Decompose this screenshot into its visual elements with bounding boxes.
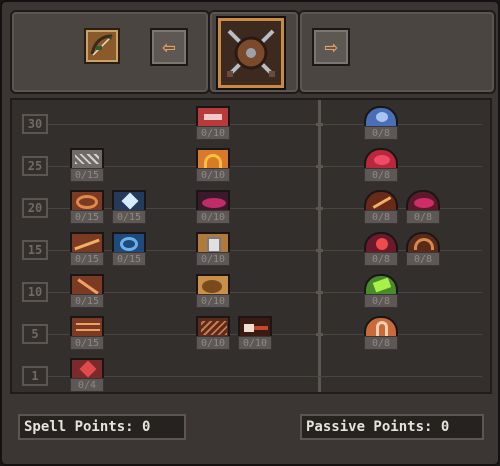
divider-tick xyxy=(316,123,323,126)
skill-spell-5-b[interactable]: 0/10 xyxy=(196,316,230,350)
divider-tick xyxy=(316,249,323,252)
skill-passive-15-b[interactable]: 0/8 xyxy=(406,232,440,266)
row-label-level: 15 xyxy=(22,240,48,260)
gate-icon xyxy=(196,232,230,254)
row-label-level: 20 xyxy=(22,198,48,218)
skill-spell-20-a[interactable]: 0/15 xyxy=(70,190,104,224)
skill-spell-15-c[interactable]: 0/10 xyxy=(196,232,230,266)
fire-arc-icon xyxy=(196,148,230,170)
skill-spell-10-a[interactable]: 0/15 xyxy=(70,274,104,308)
blue-swirl-icon xyxy=(112,232,146,254)
skill-passive-15-a[interactable]: 0/8 xyxy=(364,232,398,266)
skill-spell-15-a[interactable]: 0/15 xyxy=(70,232,104,266)
shield-swords-icon xyxy=(227,29,275,77)
skill-passive-10[interactable]: 0/8 xyxy=(364,274,398,308)
arrow-right-icon: ⇨ xyxy=(324,34,338,60)
blue-orb-icon xyxy=(364,106,398,128)
arrow-left-icon: ⇦ xyxy=(162,34,176,60)
current-class-emblem xyxy=(216,16,286,90)
passive-points-display: Passive Points: 0 xyxy=(300,414,484,440)
tab-bow[interactable] xyxy=(84,28,120,64)
skill-passive-20-b[interactable]: 0/8 xyxy=(406,190,440,224)
skill-spell-5-c[interactable]: 0/10 xyxy=(238,316,272,350)
skill-spell-20-c[interactable]: 0/10 xyxy=(196,190,230,224)
bronze-orb-icon xyxy=(406,232,440,254)
pink-eye-icon xyxy=(196,106,230,128)
row-label-level: 5 xyxy=(22,324,48,344)
green-orb-icon xyxy=(364,274,398,296)
red-orb-icon xyxy=(364,148,398,170)
beam-icon xyxy=(238,316,272,338)
skill-spell-25-a[interactable]: 0/15 xyxy=(70,148,104,182)
divider-tick xyxy=(316,291,323,294)
skill-spell-1-a[interactable]: 0/4 xyxy=(70,358,104,392)
row-line xyxy=(24,124,482,125)
skill-spell-5-a[interactable]: 0/15 xyxy=(70,316,104,350)
spell-points-display: Spell Points: 0 xyxy=(18,414,186,440)
skill-passive-5[interactable]: 0/8 xyxy=(364,316,398,350)
skill-spell-30-a[interactable]: 0/10 xyxy=(196,106,230,140)
bow-arrow-icon xyxy=(90,34,113,56)
divider-tick xyxy=(316,207,323,210)
row-label-level: 1 xyxy=(22,366,48,386)
row-label-level: 30 xyxy=(22,114,48,134)
skill-passive-25[interactable]: 0/8 xyxy=(364,148,398,182)
skill-spell-25-b[interactable]: 0/10 xyxy=(196,148,230,182)
skill-tree-window: ⇦ ⇨ 30 25 20 15 10 5 1 0/10 0/15 0/10 0/… xyxy=(0,0,500,466)
prev-class-button[interactable]: ⇦ xyxy=(150,28,188,66)
ruby-orb-icon xyxy=(364,232,398,254)
divider-tick xyxy=(316,165,323,168)
arrow-orb-icon xyxy=(364,190,398,212)
skill-grid: 30 25 20 15 10 5 1 0/10 0/15 0/10 0/15 0… xyxy=(10,98,492,394)
skill-passive-30[interactable]: 0/8 xyxy=(364,106,398,140)
row-label-level: 10 xyxy=(22,282,48,302)
arrows-icon xyxy=(70,316,104,338)
magenta-burst-icon xyxy=(196,190,230,212)
red-arrow-icon xyxy=(70,358,104,380)
orange-arch-icon xyxy=(364,316,398,338)
magenta-orb-icon xyxy=(406,190,440,212)
boulder-icon xyxy=(196,274,230,296)
skill-spell-10-b[interactable]: 0/10 xyxy=(196,274,230,308)
whirl-icon xyxy=(70,190,104,212)
skill-spell-20-b[interactable]: 0/15 xyxy=(112,190,146,224)
skill-passive-20-a[interactable]: 0/8 xyxy=(364,190,398,224)
row-label-level: 25 xyxy=(22,156,48,176)
spell-passive-divider xyxy=(318,100,321,392)
chain-icon xyxy=(70,148,104,170)
arrow-fire-icon xyxy=(70,232,104,254)
skill-spell-15-b[interactable]: 0/15 xyxy=(112,232,146,266)
slash-icon xyxy=(70,274,104,296)
ice-burst-icon xyxy=(112,190,146,212)
web-icon xyxy=(196,316,230,338)
divider-tick xyxy=(316,333,323,336)
next-class-button[interactable]: ⇨ xyxy=(312,28,350,66)
